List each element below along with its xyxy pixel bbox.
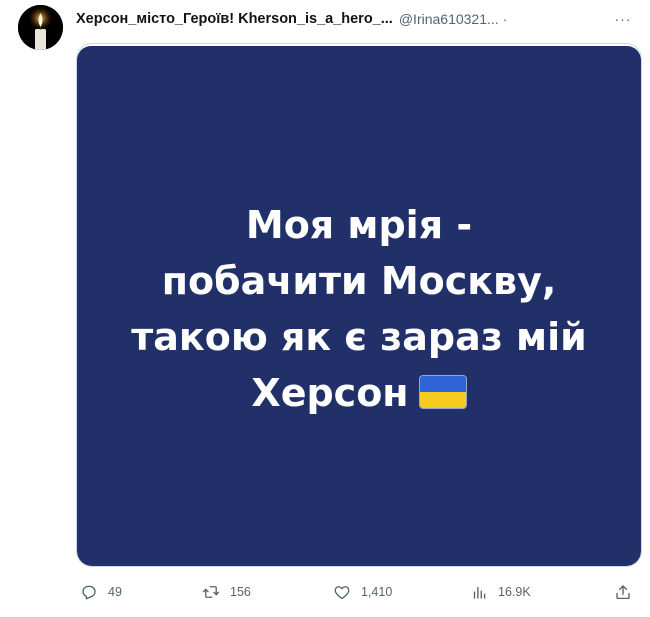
- display-name[interactable]: Херсон_місто_Героїв! Kherson_is_a_hero_.…: [76, 11, 393, 27]
- poster-line: такою як є зараз мій: [131, 315, 587, 359]
- poster-line: Моя мрія -: [245, 203, 473, 247]
- reply-count: 49: [108, 585, 122, 599]
- views-button[interactable]: 16.9K: [470, 580, 531, 604]
- views-icon: [473, 586, 486, 599]
- reply-button[interactable]: 49: [80, 580, 122, 604]
- tweet-image[interactable]: Моя мрія - побачити Москву, такою як є з…: [76, 43, 642, 567]
- reply-icon: [82, 585, 96, 600]
- like-count: 1,410: [361, 585, 393, 599]
- tweet-actions: 49 156 1,410 16.9K: [76, 580, 636, 604]
- poster-line-last: Херсон: [131, 365, 587, 421]
- separator-dot: ·: [502, 11, 508, 27]
- retweet-count: 156: [230, 585, 251, 599]
- heart-icon: [334, 586, 350, 600]
- share-button[interactable]: [614, 580, 632, 604]
- poster-line: Херсон: [251, 371, 409, 415]
- more-icon: ···: [614, 11, 632, 27]
- tweet-header: Херсон_місто_Героїв! Kherson_is_a_hero_.…: [76, 8, 634, 30]
- poster-line: побачити Москву,: [161, 259, 557, 303]
- candle-avatar-image: [18, 5, 63, 50]
- retweet-button[interactable]: 156: [202, 580, 251, 604]
- more-options-button[interactable]: ···: [612, 8, 634, 30]
- image-poster: Моя мрія - побачити Москву, такою як є з…: [77, 46, 641, 566]
- user-handle[interactable]: @Irina610321...: [399, 11, 499, 27]
- poster-text: Моя мрія - побачити Москву, такою як є з…: [131, 197, 587, 421]
- retweet-icon: [202, 586, 220, 598]
- like-button[interactable]: 1,410: [333, 580, 392, 604]
- tweet[interactable]: Херсон_місто_Героїв! Kherson_is_a_hero_.…: [0, 0, 650, 617]
- ukraine-flag-icon: [418, 375, 467, 409]
- views-count: 16.9K: [498, 585, 531, 599]
- share-icon: [616, 585, 630, 600]
- avatar[interactable]: [18, 5, 63, 50]
